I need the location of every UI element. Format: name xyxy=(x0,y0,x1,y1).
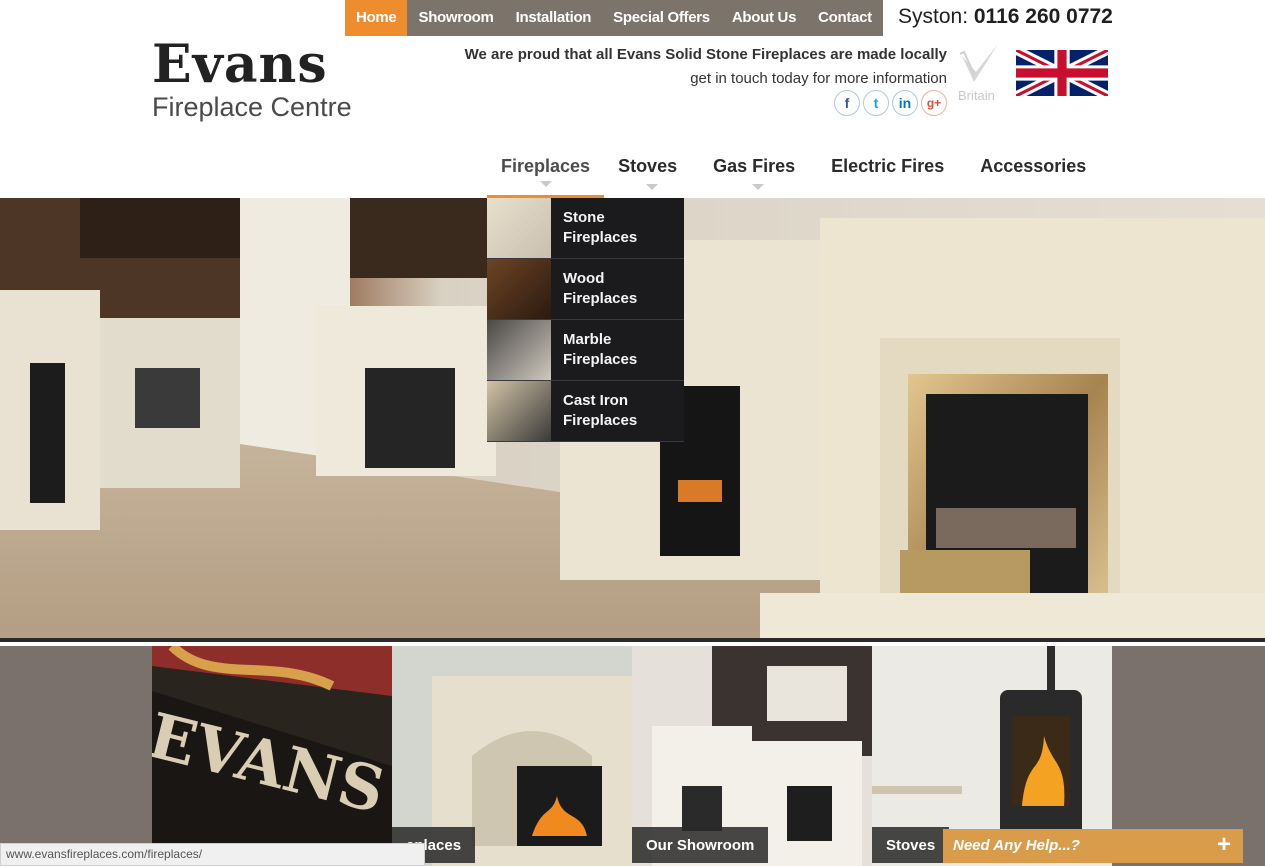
made-in-britain-tick-icon xyxy=(959,44,998,82)
social-links: f t in g+ xyxy=(834,90,947,116)
page: Home Showroom Installation Special Offer… xyxy=(0,0,1265,866)
top-nav: Home Showroom Installation Special Offer… xyxy=(345,0,883,36)
mainnav-gas-fires-label: Gas Fires xyxy=(713,156,796,176)
tile-fireplaces[interactable]: eplaces xyxy=(392,646,632,866)
mainnav-stoves-label: Stoves xyxy=(618,156,678,176)
dropdown-stone-fireplaces[interactable]: Stone Fireplaces xyxy=(487,198,684,259)
mainnav-electric-fires-label: Electric Fires xyxy=(831,156,945,176)
twitter-icon[interactable]: t xyxy=(863,90,889,116)
phone-contact[interactable]: Syston: 0116 260 0772 xyxy=(898,5,1113,29)
google-plus-icon[interactable]: g+ xyxy=(921,90,947,116)
mainnav-electric-fires[interactable]: Electric Fires xyxy=(817,140,966,198)
mainnav-fireplaces[interactable]: Fireplaces xyxy=(487,140,605,198)
caret-down-icon xyxy=(539,181,552,187)
mainnav-gas-fires[interactable]: Gas Fires xyxy=(699,140,817,198)
wood-fireplace-thumbnail xyxy=(487,259,551,319)
dropdown-label: Stone Fireplaces xyxy=(563,209,638,246)
plus-icon[interactable]: + xyxy=(1217,831,1231,859)
phone-number[interactable]: 0116 260 0772 xyxy=(974,5,1113,28)
stone-fireplace-thumbnail xyxy=(487,198,551,258)
linkedin-icon[interactable]: in xyxy=(892,90,918,116)
caret-down-icon xyxy=(752,184,765,190)
dropdown-cast-iron-fireplaces[interactable]: Cast Iron Fireplaces xyxy=(487,381,684,442)
logo-subtitle: Fireplace Centre xyxy=(152,92,352,122)
tagline-heading: We are proud that all Evans Solid Stone … xyxy=(464,46,947,63)
dropdown-label: Cast Iron Fireplaces xyxy=(563,392,638,429)
cast-iron-fireplace-thumbnail xyxy=(487,381,551,441)
tile-our-showroom[interactable]: Our Showroom xyxy=(632,646,872,866)
phone-prefix: Syston: xyxy=(898,5,974,28)
caret-down-icon xyxy=(645,184,658,190)
main-nav: Fireplaces Stoves Gas Fires Electric Fir… xyxy=(487,140,1108,198)
mainnav-stoves[interactable]: Stoves xyxy=(604,140,699,198)
help-widget[interactable]: Need Any Help...? + xyxy=(943,829,1243,863)
topnav-showroom[interactable]: Showroom xyxy=(407,0,504,36)
logo-wordmark: Evans xyxy=(152,34,328,95)
marble-fireplace-thumbnail xyxy=(487,320,551,380)
dropdown-wood-fireplaces[interactable]: Wood Fireplaces xyxy=(487,259,684,320)
facebook-icon[interactable]: f xyxy=(834,90,860,116)
dropdown-marble-fireplaces[interactable]: Marble Fireplaces xyxy=(487,320,684,381)
tile-label: Our Showroom xyxy=(632,827,769,863)
topnav-about-us[interactable]: About Us xyxy=(721,0,807,36)
tagline-subtext: get in touch today for more information xyxy=(690,70,947,87)
topnav-special-offers[interactable]: Special Offers xyxy=(602,0,721,36)
made-in-britain-badge: Britain xyxy=(956,42,1002,104)
mainnav-accessories[interactable]: Accessories xyxy=(966,140,1108,198)
mainnav-accessories-label: Accessories xyxy=(980,156,1087,176)
dropdown-label: Marble Fireplaces xyxy=(563,331,638,368)
help-label: Need Any Help...? xyxy=(953,837,1080,854)
site-logo[interactable]: Evans Fireplace Centre xyxy=(152,34,352,126)
union-jack-flag-icon xyxy=(1016,50,1108,96)
mainnav-fireplaces-label: Fireplaces xyxy=(501,156,591,176)
topnav-contact[interactable]: Contact xyxy=(807,0,883,36)
browser-status-bar: www.evansfireplaces.com/fireplaces/ xyxy=(0,843,425,866)
tile-evans-sign[interactable]: EVANS xyxy=(152,646,392,866)
topnav-home[interactable]: Home xyxy=(345,0,408,36)
topnav-installation[interactable]: Installation xyxy=(505,0,603,36)
dropdown-label: Wood Fireplaces xyxy=(563,270,638,307)
tile-label: Stoves xyxy=(872,827,950,863)
evans-sign-image: EVANS xyxy=(152,646,392,866)
made-in-britain-text: Britain xyxy=(958,88,995,103)
fireplaces-dropdown: Stone Fireplaces Wood Fireplaces Marble Fir… xyxy=(487,198,684,442)
